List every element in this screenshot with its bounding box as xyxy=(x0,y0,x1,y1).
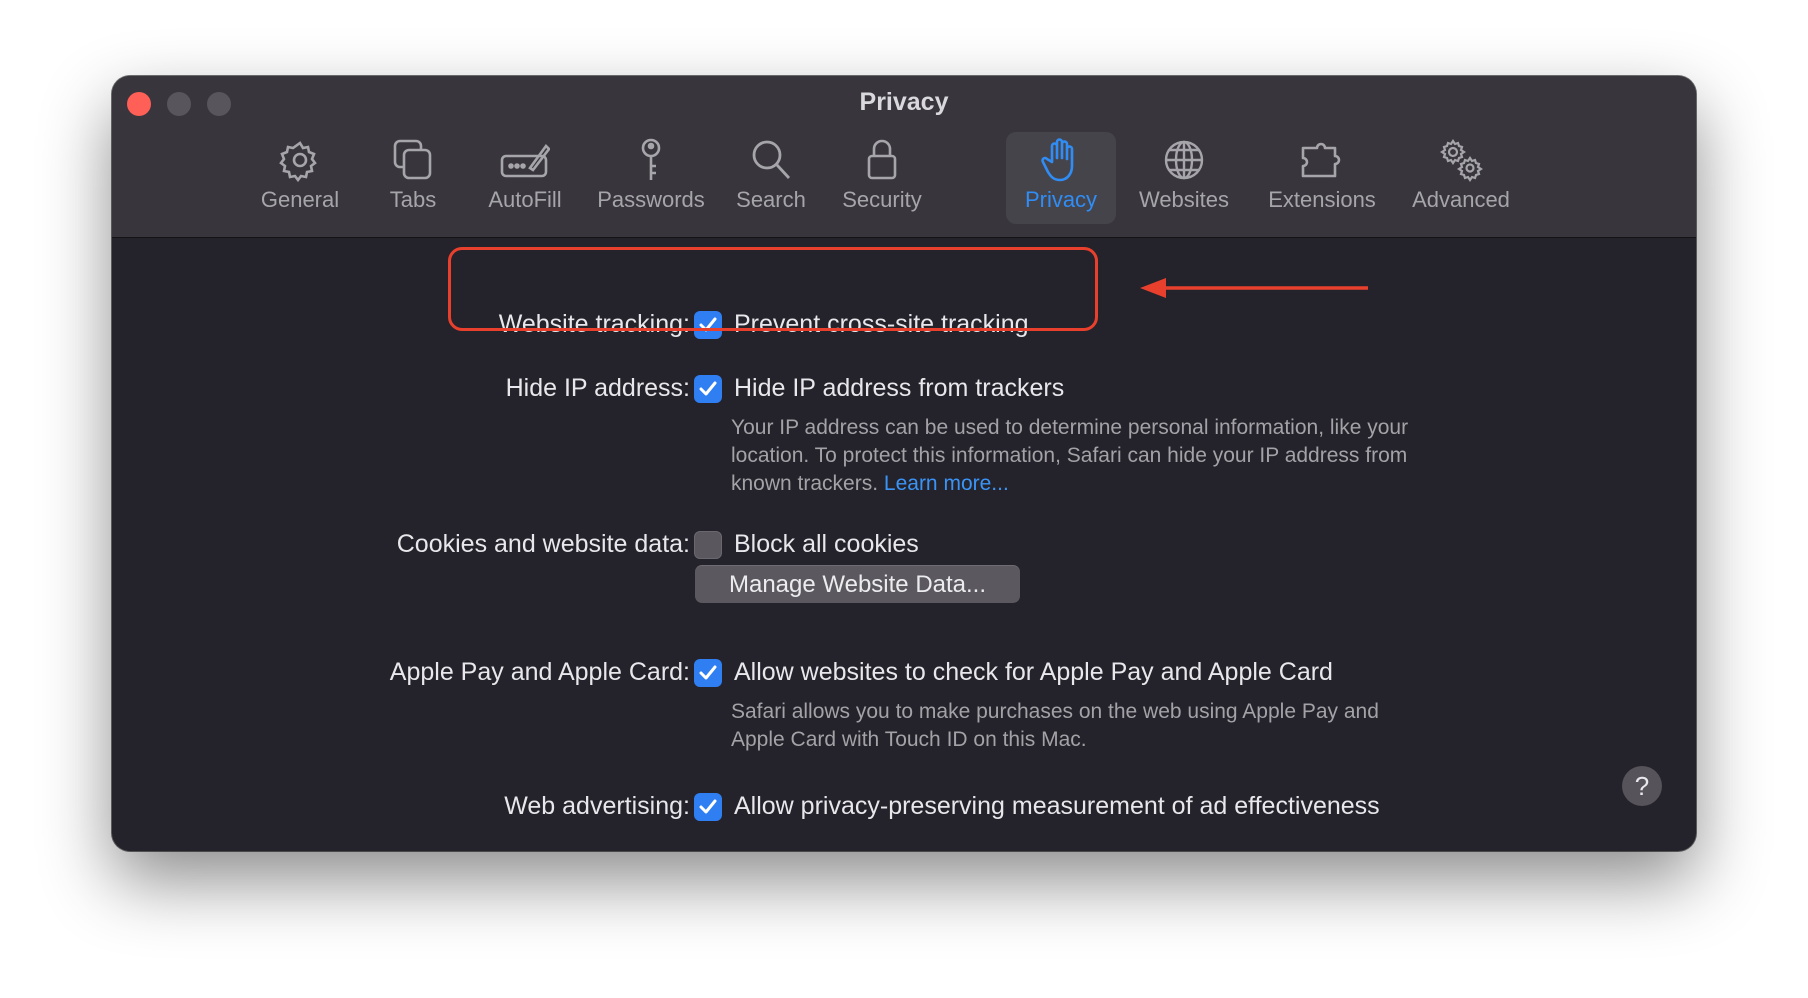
block-cookies-checkbox[interactable] xyxy=(694,531,722,559)
gear-icon xyxy=(279,141,317,183)
tab-websites[interactable]: Websites xyxy=(1126,132,1242,224)
checkmark-icon xyxy=(699,381,717,396)
puzzle-icon xyxy=(1301,142,1341,178)
tab-autofill[interactable]: AutoFill xyxy=(470,132,580,224)
magnifier-icon xyxy=(752,140,791,179)
help-button[interactable]: ? xyxy=(1622,766,1662,806)
tab-label: Privacy xyxy=(1024,187,1098,212)
checkmark-icon xyxy=(699,799,717,814)
tab-label: Websites xyxy=(1138,187,1230,212)
cookies-label: Cookies and website data: xyxy=(396,530,690,558)
tab-search[interactable]: Search xyxy=(726,132,816,224)
block-cookies-option[interactable]: Block all cookies xyxy=(734,530,919,559)
apple-pay-label: Apple Pay and Apple Card: xyxy=(389,658,690,686)
tab-label: AutoFill xyxy=(488,187,562,212)
lock-icon xyxy=(867,139,897,180)
learn-more-link[interactable]: Learn more... xyxy=(884,472,1009,495)
gears-icon xyxy=(1440,139,1483,182)
checkmark-icon xyxy=(699,665,717,680)
globe-icon xyxy=(1164,140,1204,180)
hide-ip-description-text: Your IP address can be used to determine… xyxy=(731,416,1409,495)
tab-label: Advanced xyxy=(1412,187,1510,212)
apple-pay-description: Safari allows you to make purchases on t… xyxy=(731,700,1379,751)
preferences-window: Privacy General Tabs AutoFill Passwords … xyxy=(112,76,1696,851)
tab-label: General xyxy=(260,187,340,212)
window-title: Privacy xyxy=(859,88,949,116)
ad-measurement-option[interactable]: Allow privacy-preserving measurement of … xyxy=(734,792,1380,821)
hide-ip-label: Hide IP address: xyxy=(505,374,690,402)
hide-ip-description: Your IP address can be used to determine… xyxy=(731,414,1451,498)
toolbar: Privacy General Tabs AutoFill Passwords … xyxy=(112,76,1696,238)
tab-label: Tabs xyxy=(389,187,437,212)
tab-label: Passwords xyxy=(597,187,705,212)
tab-privacy[interactable]: Privacy xyxy=(1006,132,1116,224)
highlight-box xyxy=(448,247,1098,331)
tab-security[interactable]: Security xyxy=(832,132,932,224)
hide-ip-option[interactable]: Hide IP address from trackers xyxy=(734,374,1064,403)
tab-label: Search xyxy=(736,187,806,212)
ad-measurement-checkbox[interactable] xyxy=(694,793,722,821)
tab-tabs[interactable]: Tabs xyxy=(370,132,456,224)
tab-general[interactable]: General xyxy=(250,132,350,224)
tab-label: Security xyxy=(842,187,922,212)
manage-website-data-button[interactable]: Manage Website Data... xyxy=(695,565,1020,603)
tab-label: Extensions xyxy=(1268,187,1376,212)
autofill-icon xyxy=(500,144,550,178)
tabs-icon xyxy=(393,139,432,180)
tab-extensions[interactable]: Extensions xyxy=(1252,132,1392,224)
web-advertising-label: Web advertising: xyxy=(504,792,690,820)
hide-ip-checkbox[interactable] xyxy=(694,375,722,403)
hand-icon xyxy=(1041,138,1074,182)
apple-pay-checkbox[interactable] xyxy=(694,659,722,687)
tab-advanced[interactable]: Advanced xyxy=(1396,132,1526,224)
tab-passwords[interactable]: Passwords xyxy=(586,132,716,224)
key-icon xyxy=(641,138,661,180)
annotation-arrow-icon xyxy=(1140,278,1368,298)
apple-pay-option[interactable]: Allow websites to check for Apple Pay an… xyxy=(734,658,1333,687)
